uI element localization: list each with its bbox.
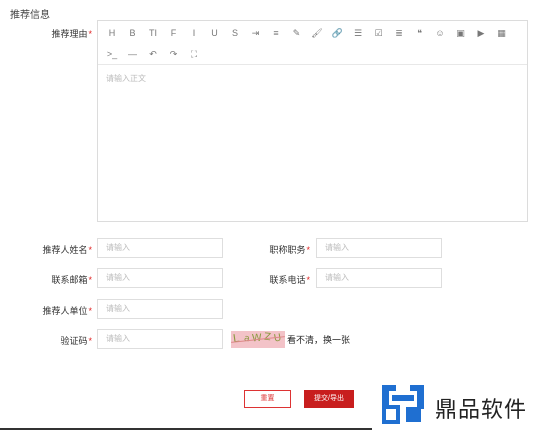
underline-icon[interactable]: U — [207, 26, 223, 40]
font-family-icon[interactable]: F — [166, 26, 182, 40]
redo-icon[interactable]: ↷ — [166, 47, 182, 61]
align-icon[interactable]: ≣ — [391, 26, 407, 40]
email-label: 联系邮箱* — [20, 273, 92, 286]
recommender-name-label-text: 推荐人姓名 — [42, 245, 88, 255]
email-input[interactable]: 请输入 — [97, 268, 223, 288]
font-size-icon[interactable]: TI — [145, 26, 161, 40]
required-mark: * — [88, 306, 92, 316]
required-mark: * — [88, 275, 92, 285]
video-icon[interactable]: ▶ — [473, 26, 489, 40]
phone-label: 联系电话* — [240, 273, 310, 286]
phone-placeholder: 请输入 — [325, 273, 349, 282]
checkbox-list-icon[interactable]: ☑ — [371, 26, 387, 40]
job-title-label: 职称职务* — [240, 243, 310, 256]
editor-label-text: 推荐理由 — [51, 29, 88, 39]
italic-icon[interactable]: I — [186, 26, 202, 40]
bg-color-icon[interactable]: 🖌 — [309, 26, 325, 40]
image-icon[interactable]: ▣ — [453, 26, 469, 40]
captcha-label-text: 验证码 — [60, 336, 88, 346]
bullet-list-icon[interactable]: ☰ — [350, 26, 366, 40]
captcha-char: L — [232, 331, 241, 346]
reset-button[interactable]: 重置 — [244, 390, 291, 408]
quote-icon[interactable]: ❝ — [412, 26, 428, 40]
editor-label: 推荐理由* — [40, 27, 92, 40]
bottom-divider — [0, 428, 372, 430]
code-icon[interactable]: >_ — [104, 47, 120, 61]
rich-text-editor[interactable]: H B TI F I U S ⇥ ≡ ✎ 🖌 🔗 ☰ ☑ ≣ ❝ ☺ ▣ ▶ ▦ >_ — ↶ ↷ ⛶ 请输入正文 — [97, 20, 528, 222]
organization-input[interactable]: 请输入 — [97, 299, 223, 319]
captcha-input[interactable]: 请输入 — [97, 329, 223, 349]
phone-label-text: 联系电话 — [269, 275, 306, 285]
strikethrough-icon[interactable]: S — [227, 26, 243, 40]
divider-icon[interactable]: — — [125, 47, 141, 61]
required-mark: * — [306, 275, 310, 285]
editor-toolbar: H B TI F I U S ⇥ ≡ ✎ 🖌 🔗 ☰ ☑ ≣ ❝ ☺ ▣ ▶ ▦ >_ — ↶ ↷ ⛶ — [98, 21, 527, 65]
line-height-icon[interactable]: ≡ — [268, 26, 284, 40]
captcha-refresh-link[interactable]: 看不清，换一张 — [287, 333, 350, 346]
organization-placeholder: 请输入 — [106, 304, 130, 313]
editor-placeholder: 请输入正文 — [106, 74, 146, 83]
captcha-image[interactable]: L a W Z U — [231, 331, 285, 348]
bold-icon[interactable]: B — [125, 26, 141, 40]
undo-icon[interactable]: ↶ — [145, 47, 161, 61]
indent-icon[interactable]: ⇥ — [248, 26, 264, 40]
recommender-name-input[interactable]: 请输入 — [97, 238, 223, 258]
job-title-input[interactable]: 请输入 — [316, 238, 442, 258]
captcha-placeholder: 请输入 — [106, 334, 130, 343]
link-icon[interactable]: 🔗 — [330, 26, 346, 40]
recommender-name-label: 推荐人姓名* — [20, 243, 92, 256]
email-label-text: 联系邮箱 — [51, 275, 88, 285]
heading-icon[interactable]: H — [104, 26, 120, 40]
watermark: 鼎品软件 — [368, 381, 554, 427]
emoji-icon[interactable]: ☺ — [432, 26, 448, 40]
organization-label-text: 推荐人单位 — [42, 306, 88, 316]
captcha-label: 验证码* — [20, 334, 92, 347]
table-icon[interactable]: ▦ — [494, 26, 510, 40]
font-color-icon[interactable]: ✎ — [289, 26, 305, 40]
email-placeholder: 请输入 — [106, 273, 130, 282]
captcha-char: U — [273, 332, 283, 345]
job-title-placeholder: 请输入 — [325, 243, 349, 252]
fullscreen-icon[interactable]: ⛶ — [186, 47, 202, 61]
recommender-name-placeholder: 请输入 — [106, 243, 130, 252]
required-mark: * — [88, 245, 92, 255]
section-title: 推荐信息 — [10, 10, 50, 21]
watermark-logo-icon — [382, 385, 424, 424]
organization-label: 推荐人单位* — [20, 304, 92, 317]
phone-input[interactable]: 请输入 — [316, 268, 442, 288]
required-mark: * — [88, 336, 92, 346]
submit-export-button[interactable]: 提交/导出 — [304, 390, 354, 408]
required-mark: * — [88, 29, 92, 39]
job-title-label-text: 职称职务 — [269, 245, 306, 255]
watermark-text: 鼎品软件 — [435, 398, 528, 423]
required-mark: * — [306, 245, 310, 255]
